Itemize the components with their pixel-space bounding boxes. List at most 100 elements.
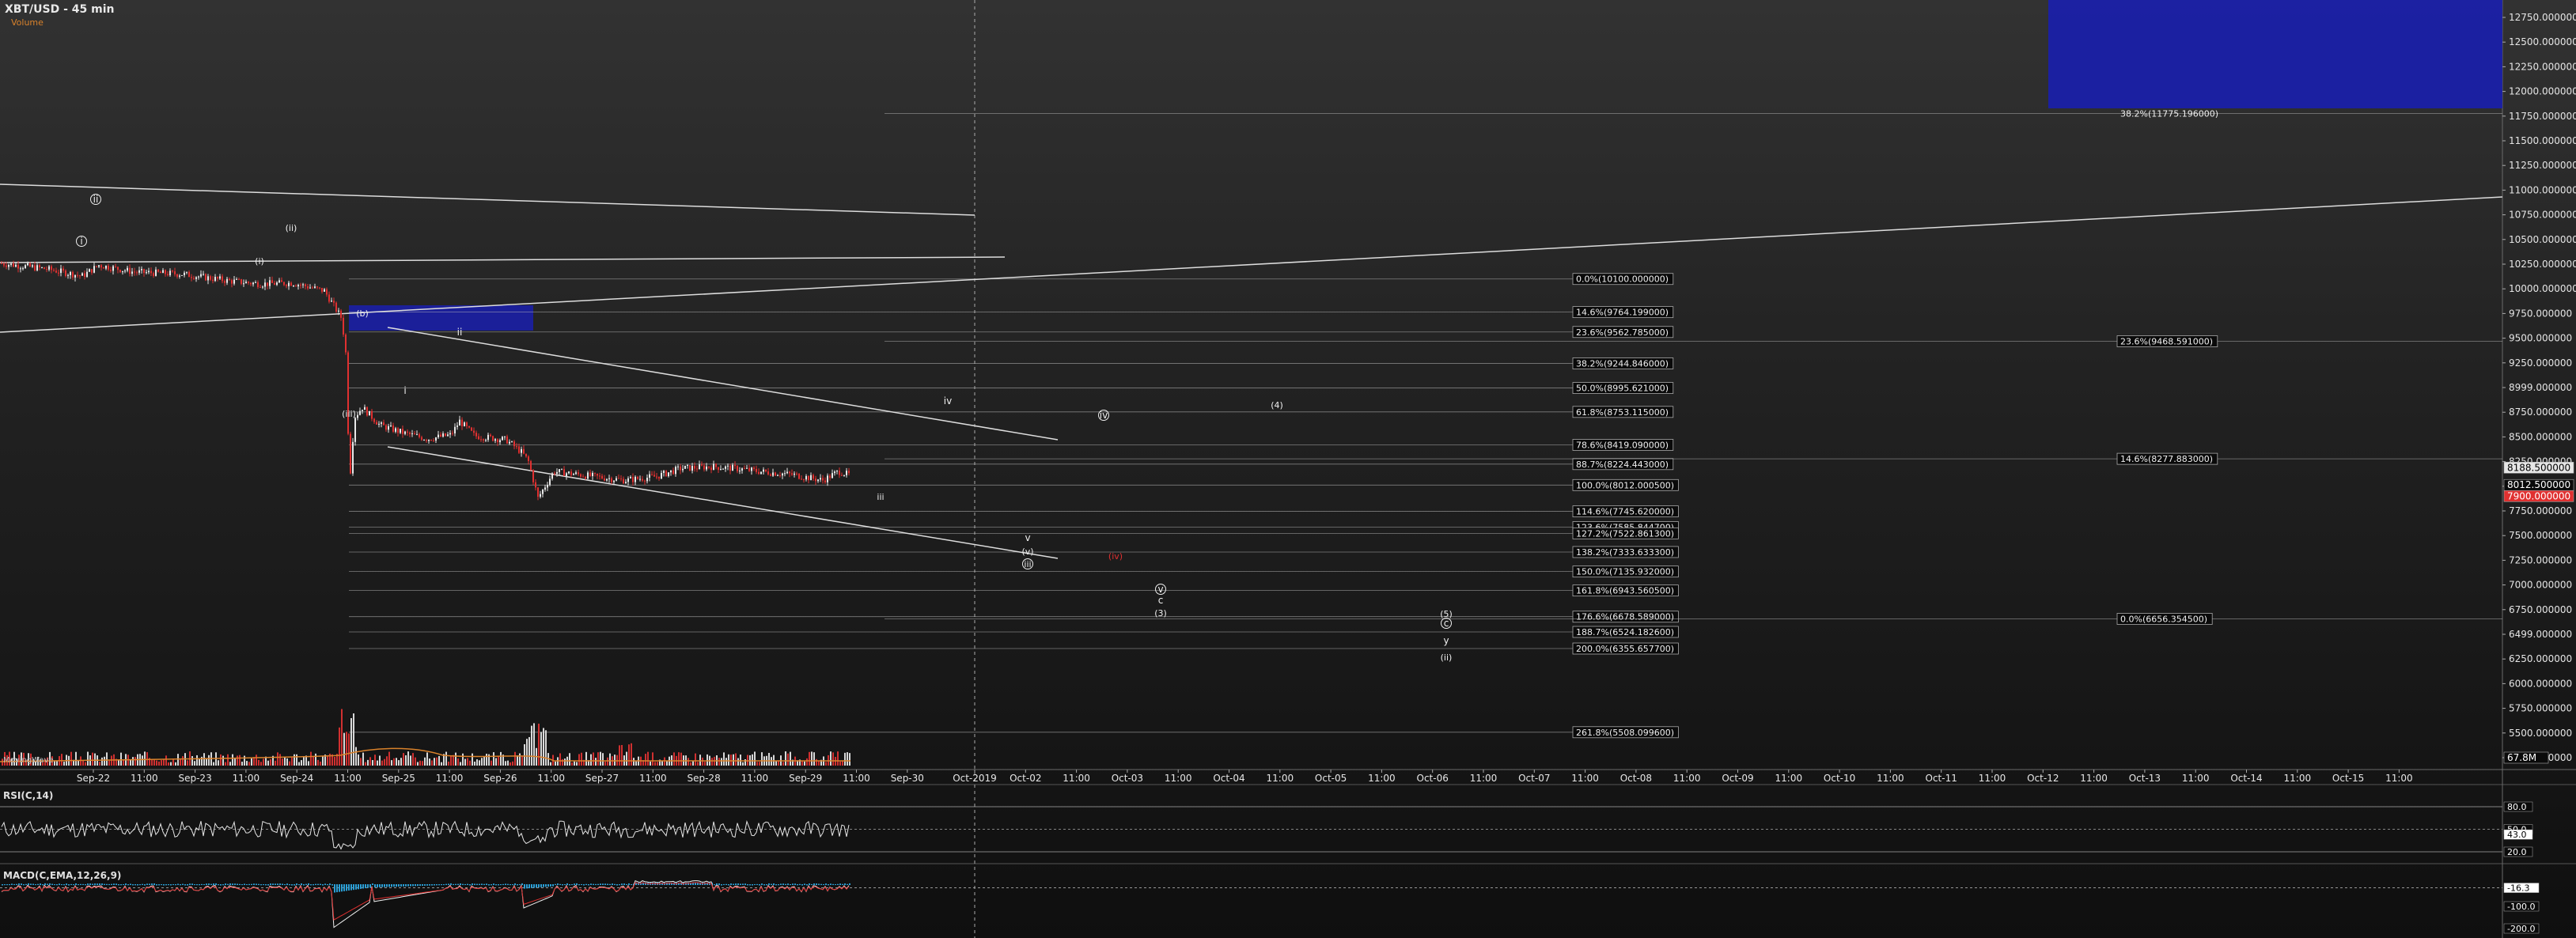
price-candle <box>824 480 826 482</box>
price-candle <box>435 437 437 441</box>
price-candle <box>96 266 97 267</box>
volume-bar <box>436 757 438 766</box>
price-candle <box>309 287 311 289</box>
volume-bar <box>229 762 231 766</box>
price-candle <box>229 278 230 281</box>
macd-histogram-bar <box>256 883 257 885</box>
macd-histogram-bar <box>388 884 390 887</box>
price-candle <box>404 431 406 434</box>
macd-histogram-bar <box>849 883 850 885</box>
volume-bar <box>315 753 316 766</box>
macd-histogram-bar <box>512 884 513 886</box>
macd-histogram-bar <box>424 884 426 886</box>
macd-histogram-bar <box>132 884 134 886</box>
macd-histogram-bar <box>528 884 530 889</box>
time-axis-label: Oct-12 <box>2027 773 2059 784</box>
macd-histogram-bar <box>317 883 319 885</box>
price-axis-label: 6250.000000 <box>2509 653 2572 664</box>
macd-histogram-bar <box>472 883 473 885</box>
volume-bar <box>218 760 219 766</box>
macd-histogram-bar <box>44 883 46 885</box>
macd-histogram-bar <box>585 883 587 885</box>
time-axis-label: Oct-09 <box>1722 773 1753 784</box>
macd-histogram-bar <box>92 883 93 885</box>
macd-histogram-bar <box>111 883 112 885</box>
macd-histogram-bar <box>134 884 136 886</box>
macd-histogram-bar <box>369 884 371 888</box>
volume-bar <box>495 758 497 766</box>
volume-bar <box>467 758 468 766</box>
volume-bar <box>728 754 729 766</box>
macd-histogram-bar <box>225 883 226 885</box>
volume-bar <box>752 754 753 766</box>
price-candle <box>663 471 665 473</box>
volume-bar <box>688 758 689 766</box>
price-candle <box>589 472 591 477</box>
price-candle <box>184 272 185 275</box>
price-axis-label: 10250.000000 <box>2509 259 2576 270</box>
macd-histogram-bar <box>557 883 559 885</box>
main-chart-canvas[interactable]: 0.0%(10100.000000) 14.6%(9764.199000) 23.6… <box>0 0 2576 938</box>
macd-histogram-bar <box>417 884 419 887</box>
trendline <box>0 256 1006 263</box>
price-candle <box>283 282 285 286</box>
price-candle <box>775 472 776 476</box>
macd-histogram-bar <box>232 883 233 885</box>
price-candle <box>613 480 615 482</box>
price-axis-label: 6750.000000 <box>2509 604 2572 615</box>
macd-histogram-bar <box>794 883 796 885</box>
price-candle <box>502 437 503 441</box>
volume-bar <box>533 723 535 766</box>
price-candle <box>789 471 790 474</box>
macd-histogram-bar <box>151 883 153 885</box>
price-candle <box>839 471 840 475</box>
price-candle <box>157 269 159 272</box>
volume-bar <box>690 762 691 766</box>
price-candle <box>473 430 475 433</box>
volume-bar <box>493 752 494 766</box>
volume-bar <box>108 760 110 766</box>
volume-bar <box>61 754 63 766</box>
wave-count-label: (i) <box>255 256 264 267</box>
macd-histogram-bar <box>728 884 729 886</box>
volume-bar <box>790 751 791 766</box>
volume-bar <box>267 760 269 766</box>
price-axis-label: 11000.000000 <box>2509 184 2576 195</box>
time-axis-label: Oct-2019 <box>953 773 997 784</box>
price-candle <box>103 267 104 269</box>
volume-bar <box>153 758 155 766</box>
macd-histogram-bar <box>59 883 60 885</box>
volume-bar <box>585 751 587 766</box>
macd-histogram-bar <box>393 884 395 887</box>
macd-histogram-bar <box>450 883 452 885</box>
macd-histogram-bar <box>483 883 485 885</box>
volume-bar <box>621 744 623 766</box>
price-candle <box>127 267 128 271</box>
macd-histogram-bar <box>441 884 442 886</box>
macd-histogram-bar <box>184 884 186 886</box>
price-candle <box>691 466 693 471</box>
volume-bar <box>123 759 124 766</box>
price-candle <box>706 466 707 470</box>
price-candle <box>378 423 380 425</box>
price-candle <box>255 282 256 283</box>
price-candle <box>665 471 667 477</box>
volume-bar <box>816 758 817 766</box>
macd-histogram-bar <box>237 883 238 885</box>
macd-histogram-bar <box>265 884 267 886</box>
fib-level-label: 188.7%(6524.182600) <box>1576 627 1674 637</box>
time-axis-label: Oct-10 <box>1824 773 1855 784</box>
price-candle <box>599 475 600 477</box>
price-candle <box>22 268 24 270</box>
price-candle <box>782 473 783 476</box>
price-candle <box>661 472 662 479</box>
volume-bar <box>441 762 442 766</box>
macd-histogram-bar <box>448 883 449 885</box>
volume-bar <box>161 760 162 766</box>
price-candle <box>544 487 546 490</box>
macd-histogram-bar <box>296 883 297 885</box>
fib-level-label: 88.7%(8224.443000) <box>1576 460 1669 470</box>
price-candle <box>32 265 33 267</box>
price-candle <box>637 476 638 479</box>
time-axis-label: 11:00 <box>2284 773 2312 784</box>
